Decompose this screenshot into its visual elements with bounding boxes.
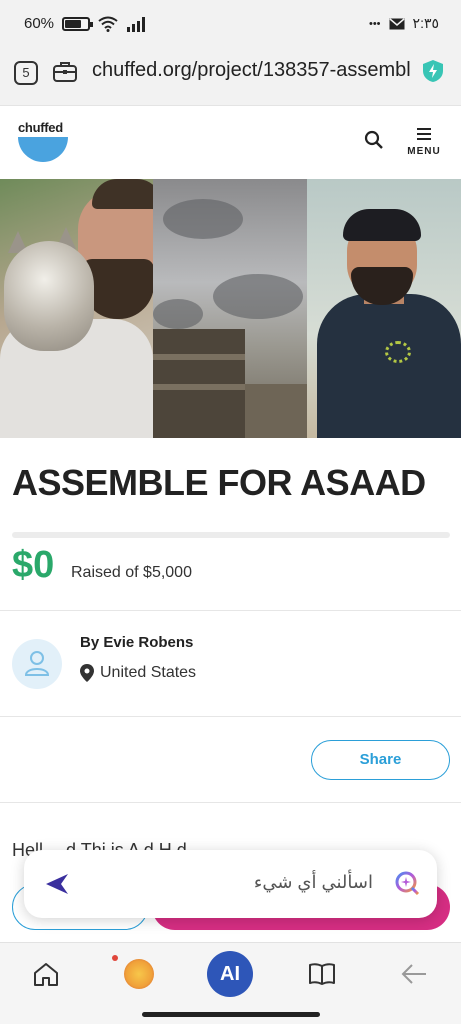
browser-url-bar: 5 chuffed.org/project/138357-assembl — [0, 50, 461, 106]
more-dots: ••• — [368, 17, 381, 30]
signal-icon — [127, 16, 146, 32]
share-button[interactable]: Share — [311, 740, 450, 780]
location-pin-icon — [80, 664, 94, 682]
photo-destroyed-buildings — [153, 179, 307, 438]
photo-man-with-cat — [0, 179, 153, 438]
logo-bowl — [18, 137, 68, 162]
raised-amount: $0 — [12, 544, 55, 586]
tabs-count-icon[interactable]: 5 — [14, 61, 38, 85]
briefcase-icon[interactable] — [52, 60, 78, 84]
wifi-icon — [98, 16, 118, 32]
campaign-title: ASSEMBLE FOR ASAAD — [12, 462, 426, 503]
status-right: ••• ٢:٣٥ — [369, 15, 439, 32]
divider — [0, 610, 461, 611]
browser-bottom-nav: AI — [0, 942, 461, 1024]
status-bar: 60% ••• ٢:٣٥ — [0, 0, 461, 50]
divider — [0, 802, 461, 803]
funding-progress-bar — [12, 532, 450, 538]
back-arrow-icon[interactable] — [400, 961, 428, 987]
games-icon[interactable] — [124, 959, 154, 989]
photo-smiling-man — [307, 179, 461, 438]
avatar — [12, 639, 62, 689]
ask-ai-icon[interactable] — [393, 869, 421, 897]
send-icon[interactable] — [44, 872, 70, 896]
logo-text: chuffed — [18, 120, 63, 135]
ai-ask-bar[interactable]: اسألني أي شيء — [24, 850, 437, 918]
status-left: 60% — [24, 15, 148, 32]
ask-input[interactable]: اسألني أي شيء — [254, 872, 373, 893]
raised-goal-label: Raised of $5,000 — [71, 564, 192, 581]
battery-percent: 60% — [24, 15, 55, 32]
url-field[interactable]: chuffed.org/project/138357-assembl — [92, 59, 418, 82]
menu-label: MENU — [407, 146, 441, 157]
organiser-name[interactable]: By Evie Robens — [80, 634, 193, 651]
book-icon[interactable] — [308, 961, 336, 987]
site-header: chuffed MENU — [0, 106, 461, 179]
campaign-hero-image — [0, 179, 461, 438]
organiser-location: United States — [100, 664, 197, 681]
hamburger-menu-icon — [417, 128, 431, 140]
shield-icon[interactable] — [422, 59, 444, 83]
chuffed-logo[interactable]: chuffed — [18, 120, 68, 162]
notification-dot — [112, 955, 118, 961]
clock: ٢:٣٥ — [412, 15, 439, 31]
user-icon — [24, 651, 50, 676]
ai-button[interactable]: AI — [207, 951, 253, 997]
search-icon[interactable] — [364, 130, 384, 150]
menu-button[interactable]: MENU — [404, 128, 444, 157]
home-indicator — [142, 1012, 320, 1017]
divider — [0, 716, 461, 717]
mail-icon — [389, 17, 405, 29]
home-icon[interactable] — [32, 961, 60, 987]
battery-icon — [62, 16, 94, 31]
